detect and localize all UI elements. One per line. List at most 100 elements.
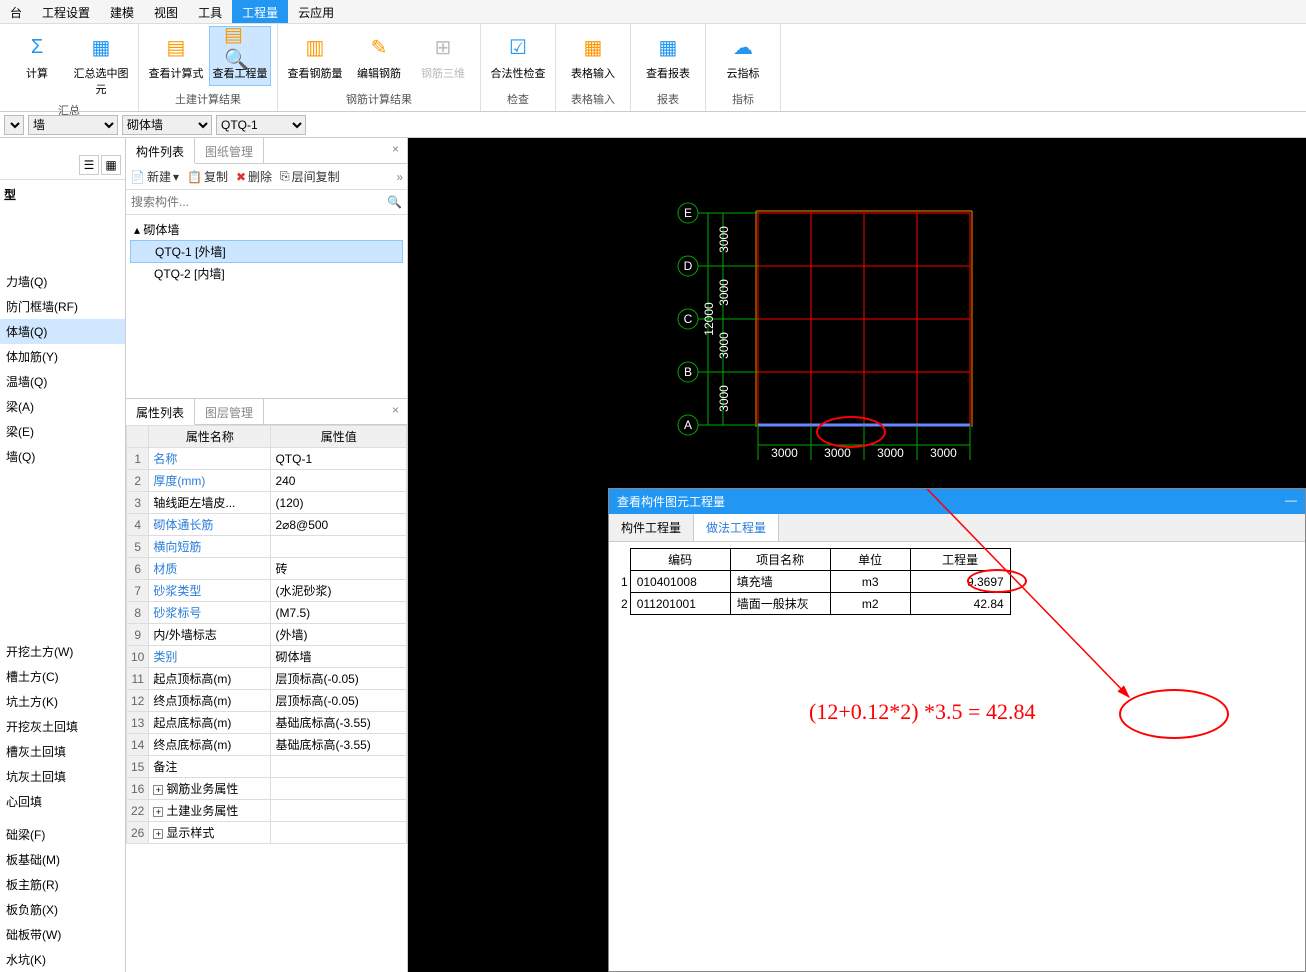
ribbon-label: 汇总选中图元 (73, 65, 129, 97)
tab-properties[interactable]: 属性列表 (126, 399, 195, 425)
quantity-table: 编码项目名称单位工程量 1010401008填充墙m39.36972011201… (615, 548, 1011, 615)
close-icon[interactable]: × (384, 399, 407, 424)
search-input[interactable] (128, 192, 384, 212)
sidebar-item[interactable] (0, 814, 125, 822)
sidebar-item[interactable]: 力墙(Q) (0, 269, 125, 294)
ribbon-icon: ☑ (502, 31, 534, 63)
sidebar-item[interactable]: 水坑(K) (0, 947, 125, 972)
copy-button[interactable]: 📋 复制 (187, 168, 228, 185)
ribbon-label: 查看工程量 (213, 65, 268, 81)
sidebar-item[interactable]: 坑灰土回填 (0, 764, 125, 789)
search-icon[interactable]: 🔍 (384, 192, 405, 212)
qty-row[interactable]: 1010401008填充墙m39.3697 (615, 571, 1010, 593)
property-row[interactable]: 2厚度(mm)240 (127, 470, 407, 492)
ribbon-button[interactable]: Σ计算 (6, 26, 68, 102)
sidebar-item[interactable]: 础梁(F) (0, 822, 125, 847)
svg-text:3000: 3000 (717, 279, 731, 306)
ribbon-button[interactable]: ▦表格输入 (562, 26, 624, 86)
sidebar-item[interactable]: 开挖土方(W) (0, 639, 125, 664)
property-row[interactable]: 8砂浆标号(M7.5) (127, 602, 407, 624)
sidebar-item[interactable]: 体墙(Q) (0, 319, 125, 344)
property-row[interactable]: 11起点顶标高(m)层顶标高(-0.05) (127, 668, 407, 690)
ribbon-button[interactable]: ☑合法性检查 (487, 26, 549, 86)
delete-button[interactable]: ✖ 删除 (236, 168, 272, 185)
ribbon-button[interactable]: ▦查看报表 (637, 26, 699, 86)
sidebar-item[interactable]: 体加筋(Y) (0, 344, 125, 369)
ribbon-button[interactable]: ☁云指标 (712, 26, 774, 86)
property-row[interactable]: 1名称QTQ-1 (127, 448, 407, 470)
property-row[interactable]: 22+土建业务属性 (127, 800, 407, 822)
menu-item[interactable]: 台 (0, 0, 32, 23)
list-view-icon[interactable]: ☰ (79, 155, 99, 175)
property-row[interactable]: 12终点顶标高(m)层顶标高(-0.05) (127, 690, 407, 712)
selector-3[interactable]: 砌体墙 (122, 115, 212, 135)
property-row[interactable]: 3轴线距左墙皮...(120) (127, 492, 407, 514)
svg-text:C: C (684, 312, 693, 326)
property-row[interactable]: 6材质砖 (127, 558, 407, 580)
ribbon-icon: ▤ (160, 31, 192, 63)
menu-item[interactable]: 云应用 (288, 0, 344, 23)
quantity-dialog: 查看构件图元工程量 — 构件工程量 做法工程量 编码项目名称单位工程量 1010… (608, 488, 1306, 972)
minimize-icon[interactable]: — (1285, 493, 1297, 510)
floor-copy-button[interactable]: ⎘ 层间复制 (280, 168, 340, 185)
sidebar-item[interactable]: 开挖灰土回填 (0, 714, 125, 739)
new-button[interactable]: 📄 新建 ▾ (130, 168, 179, 185)
sidebar-item[interactable]: 板基础(M) (0, 847, 125, 872)
menu-item[interactable]: 工程量 (232, 0, 288, 23)
ribbon-icon: ▥ (299, 31, 331, 63)
sidebar-item[interactable]: 槽灰土回填 (0, 739, 125, 764)
grid-ellipse (816, 416, 886, 448)
property-row[interactable]: 10类别砌体墙 (127, 646, 407, 668)
sidebar-item[interactable]: 槽土方(C) (0, 664, 125, 689)
sidebar-item[interactable]: 梁(E) (0, 419, 125, 444)
sidebar-item[interactable]: 础板带(W) (0, 922, 125, 947)
property-row[interactable]: 16+钢筋业务属性 (127, 778, 407, 800)
sidebar-item[interactable]: 板负筋(X) (0, 897, 125, 922)
ribbon-button[interactable]: ▥查看钢筋量 (284, 26, 346, 86)
property-row[interactable]: 14终点底标高(m)基础底标高(-3.55) (127, 734, 407, 756)
ribbon-button[interactable]: ▦汇总选中图元 (70, 26, 132, 102)
selector-4[interactable]: QTQ-1 (216, 115, 306, 135)
sidebar-item[interactable]: 心回填 (0, 789, 125, 814)
menu-item[interactable]: 视图 (144, 0, 188, 23)
selector-2[interactable]: 墙 (28, 115, 118, 135)
menu-item[interactable]: 工程设置 (32, 0, 100, 23)
menu-item[interactable]: 建模 (100, 0, 144, 23)
qty-row[interactable]: 2011201001墙面一般抹灰m242.84 (615, 593, 1010, 615)
sidebar-item[interactable]: 防门框墙(RF) (0, 294, 125, 319)
sidebar-item[interactable]: 板主筋(R) (0, 872, 125, 897)
property-row[interactable]: 15备注 (127, 756, 407, 778)
grid-view-icon[interactable]: ▦ (101, 155, 121, 175)
tab-method-qty[interactable]: 做法工程量 (694, 514, 779, 541)
component-panel: 构件列表 图纸管理 × 📄 新建 ▾ 📋 复制 ✖ 删除 ⎘ 层间复制 » 🔍 … (126, 138, 408, 972)
property-row[interactable]: 26+显示样式 (127, 822, 407, 844)
selector-1[interactable] (4, 115, 24, 135)
ribbon-button[interactable]: ✎编辑钢筋 (348, 26, 410, 86)
ribbon-group-label: 指标 (712, 91, 774, 109)
tab-component-list[interactable]: 构件列表 (126, 138, 195, 164)
property-row[interactable]: 4砌体通长筋2⌀8@500 (127, 514, 407, 536)
property-row[interactable]: 9内/外墙标志(外墙) (127, 624, 407, 646)
sidebar-item[interactable]: 梁(A) (0, 394, 125, 419)
property-row[interactable]: 13起点底标高(m)基础底标高(-3.55) (127, 712, 407, 734)
tree-item[interactable]: QTQ-2 [内墙] (130, 263, 403, 284)
property-row[interactable]: 5横向短筋 (127, 536, 407, 558)
tree-item[interactable]: QTQ-1 [外墙] (130, 240, 403, 263)
tab-component-qty[interactable]: 构件工程量 (609, 514, 694, 541)
drawing-canvas[interactable]: EDCBA30003000300030001200030003000300030… (408, 138, 1306, 972)
tree-parent[interactable]: ▴ 砌体墙 (130, 219, 403, 240)
ribbon-label: 云指标 (727, 65, 760, 81)
close-icon[interactable]: × (384, 138, 407, 163)
ribbon-group-label: 检查 (487, 91, 549, 109)
sidebar-item[interactable]: 温墙(Q) (0, 369, 125, 394)
sidebar-item[interactable]: 坑土方(K) (0, 689, 125, 714)
menu-item[interactable]: 工具 (188, 0, 232, 23)
ribbon-button[interactable]: ▤🔍查看工程量 (209, 26, 271, 86)
tab-layers[interactable]: 图层管理 (195, 399, 264, 424)
tab-drawing-mgmt[interactable]: 图纸管理 (195, 138, 264, 163)
sidebar-item[interactable]: 墙(Q) (0, 444, 125, 469)
ribbon-button[interactable]: ▤查看计算式 (145, 26, 207, 86)
svg-text:3000: 3000 (717, 385, 731, 412)
property-row[interactable]: 7砂浆类型(水泥砂浆) (127, 580, 407, 602)
svg-text:3000: 3000 (930, 446, 957, 460)
